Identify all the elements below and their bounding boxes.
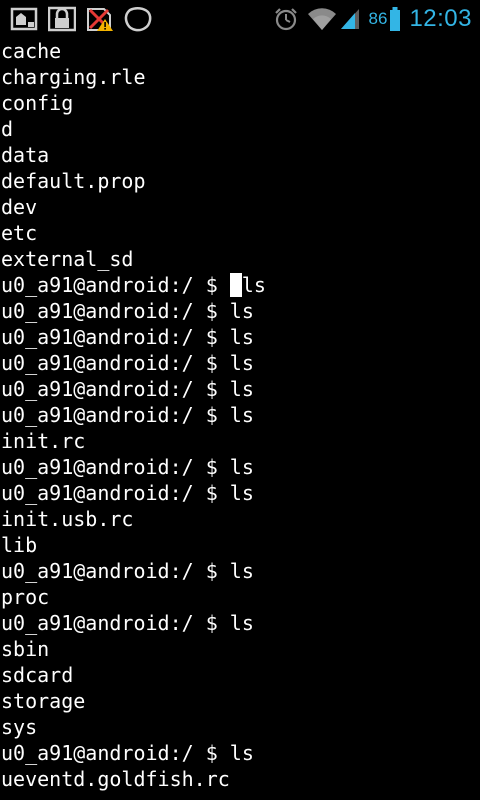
lock-icon[interactable] [48, 6, 76, 32]
terminal-line: sbin [1, 637, 50, 661]
clock: 12:03 [409, 5, 472, 32]
terminal-line: data [1, 143, 50, 167]
terminal-line: storage [1, 689, 86, 713]
terminal-line: sdcard [1, 663, 74, 687]
terminal-line: external_sd [1, 247, 134, 271]
terminal-line: proc [1, 585, 50, 609]
terminal-line: u0_a91@android:/ $ ls [1, 611, 254, 635]
terminal-line: u0_a91@android:/ $ ls [1, 351, 254, 375]
terminal-line: init.rc [1, 429, 86, 453]
terminal-line: etc [1, 221, 38, 245]
terminal-line: u0_a91@android:/ $ ls [1, 403, 254, 427]
terminal-cursor-line[interactable]: u0_a91@android:/ $ ls [0, 272, 480, 298]
terminal-line: u0_a91@android:/ $ ls [1, 299, 254, 323]
status-bar: 86 12:03 [0, 0, 480, 38]
battery-percent: 86 [368, 9, 388, 28]
terminal-line: dev [1, 195, 38, 219]
signal-icon [339, 7, 361, 31]
terminal-line: ueventd.goldfish.rc [1, 767, 230, 791]
terminal-command: ls [241, 273, 266, 297]
terminal-line: u0_a91@android:/ $ ls [1, 559, 254, 583]
terminal-line: cache [1, 39, 62, 63]
terminal-line: u0_a91@android:/ $ ls [1, 455, 254, 479]
alarm-icon [273, 6, 299, 32]
terminal-prompt: u0_a91@android:/ $ [1, 273, 230, 297]
terminal-output[interactable]: cache charging.rle config d data default… [0, 38, 480, 800]
terminal-cursor [229, 273, 242, 297]
notification-icons [10, 6, 152, 32]
no-sim-warning-icon[interactable] [86, 6, 114, 32]
wifi-icon [307, 7, 337, 31]
terminal-line: u0_a91@android:/ $ ls [1, 741, 254, 765]
terminal-line: u0_a91@android:/ $ ls [1, 377, 254, 401]
terminal-line: default.prop [1, 169, 146, 193]
battery-icon [389, 6, 401, 32]
terminal-line: sys [1, 715, 38, 739]
terminal-line: d [1, 117, 14, 141]
blob-icon[interactable] [124, 6, 152, 32]
terminal-line: charging.rle [1, 65, 146, 89]
terminal-line: u0_a91@android:/ $ ls [1, 325, 254, 349]
system-icons: 86 12:03 [273, 4, 472, 34]
terminal-line: u0_a91@android:/ $ ls [1, 481, 254, 505]
terminal-line: config [1, 91, 74, 115]
screenshot-icon[interactable] [10, 6, 38, 32]
terminal-line: lib [1, 533, 38, 557]
terminal-line: init.usb.rc [1, 507, 134, 531]
